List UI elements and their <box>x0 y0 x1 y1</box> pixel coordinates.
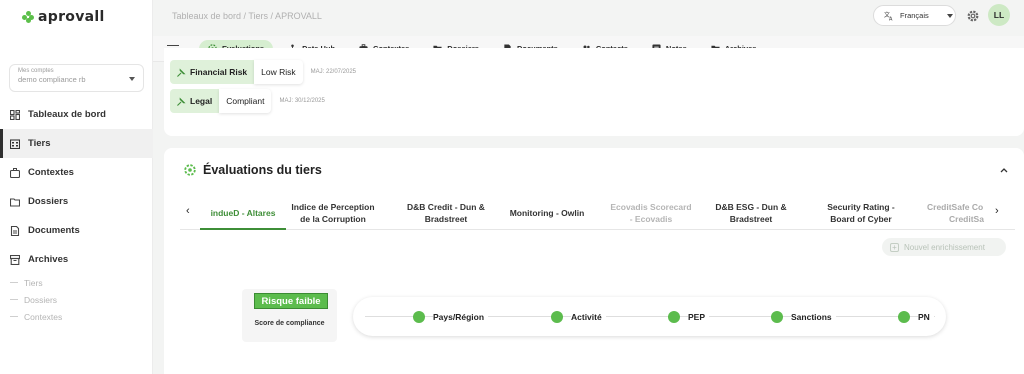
sidebar-item-label: Tiers <box>28 138 51 149</box>
risk-value: Compliant <box>219 89 272 113</box>
sidebar-item-label: Contextes <box>28 167 74 178</box>
chevron-down-icon <box>946 13 953 18</box>
language-label: Français <box>900 11 929 20</box>
check-pn[interactable]: PN <box>898 297 934 336</box>
risk-name: Legal <box>190 96 213 106</box>
risk-updated: MAJ: 30/12/2025 <box>279 98 325 104</box>
section-title: Évaluations du tiers <box>184 163 322 177</box>
provider-tab-db-esg[interactable]: D&B ESG - Dun & Bradstreet <box>710 198 792 228</box>
archives-subitem-dossiers[interactable]: Dossiers <box>10 291 62 308</box>
gear-icon[interactable] <box>966 9 980 23</box>
provider-tab-owlin[interactable]: Monitoring - Owlin <box>502 198 592 228</box>
risk-row-legal: Legal Compliant MAJ: 30/12/2025 <box>170 89 325 113</box>
archives-submenu: Tiers Dossiers Contextes <box>10 274 62 325</box>
sidebar-item-label: Archives <box>28 254 69 265</box>
risk-value: Low Risk <box>254 60 303 84</box>
sidebar-item-archives[interactable]: Archives <box>0 245 153 274</box>
archives-subitem-contexts[interactable]: Contextes <box>10 308 62 325</box>
document-icon <box>10 225 20 236</box>
risk-updated: MAJ: 22/07/2025 <box>310 69 357 75</box>
app-logo[interactable]: aprovall <box>22 9 105 25</box>
sidebar-item-label: Documents <box>28 225 80 236</box>
breadcrumb: Tableaux de bord / Tiers / APROVALL <box>172 11 322 21</box>
account-selector-value: demo compliance rb <box>18 75 86 84</box>
provider-tab-indued[interactable]: indueD - Altares <box>200 198 286 230</box>
risk-tag: Legal <box>170 89 220 113</box>
sidebar: aprovall Mes comptes demo compliance rb … <box>0 0 153 374</box>
pin-icon <box>177 67 186 77</box>
check-pep[interactable]: PEP <box>668 297 710 336</box>
sidebar-item-label: Dossiers <box>28 196 69 207</box>
risk-name: Financial Risk <box>190 67 248 77</box>
svg-text:A: A <box>889 16 893 21</box>
compliance-score: Risque faible Score de compliance <box>242 289 337 342</box>
building-icon <box>10 138 20 149</box>
dashboard-icon <box>10 109 20 120</box>
status-dot <box>771 310 783 323</box>
avatar[interactable]: LL <box>988 4 1010 26</box>
check-sanctions[interactable]: Sanctions <box>771 297 836 336</box>
account-selector[interactable]: Mes comptes demo compliance rb <box>9 64 144 92</box>
provider-tabs: indueD - Altares Indice de Perception de … <box>180 198 1015 230</box>
provider-tab-security-rating[interactable]: Security Rating - Board of Cyber <box>820 198 902 228</box>
evaluations-card: Évaluations du tiers ‹ › indueD - Altare… <box>164 148 1024 374</box>
provider-tab-creditsafe[interactable]: CreditSafe Co CreditSa <box>927 198 991 228</box>
sidebar-item-documents[interactable]: Documents <box>0 216 153 245</box>
status-dot <box>413 310 425 323</box>
status-badge: Risque faible <box>254 293 328 309</box>
provider-tab-db-credit[interactable]: D&B Credit - Dun & Bradstreet <box>402 198 490 228</box>
sidebar-item-dossiers[interactable]: Dossiers <box>0 187 153 216</box>
status-dot <box>551 310 563 323</box>
sidebar-nav: Tableaux de bord Tiers Contextes Dossier… <box>0 100 153 274</box>
pin-icon <box>177 96 186 106</box>
chevron-up-icon[interactable] <box>1000 167 1008 173</box>
risk-tag: Financial Risk <box>170 60 255 84</box>
folder-icon <box>10 197 20 207</box>
evaluation-icon <box>184 164 196 176</box>
score-label: Score de compliance <box>254 320 325 327</box>
account-selector-label: Mes comptes <box>18 68 54 74</box>
archives-subitem-tiers[interactable]: Tiers <box>10 274 62 291</box>
add-icon: + <box>890 242 899 252</box>
compliance-checks: Pays/Région Activité PEP Sanctions PN <box>353 297 946 336</box>
archive-icon <box>10 254 20 265</box>
risk-row-financial: Financial Risk Low Risk MAJ: 22/07/2025 <box>170 60 356 84</box>
new-enrichment-button[interactable]: + Nouvel enrichissement <box>882 238 1006 256</box>
briefcase-icon <box>10 167 20 178</box>
translate-icon: 文A <box>884 11 893 21</box>
logo-text: aprovall <box>38 9 105 25</box>
chevron-down-icon <box>129 77 135 81</box>
risk-summary-card: Financial Risk Low Risk MAJ: 22/07/2025 … <box>164 48 1024 136</box>
provider-tab-ecovadis[interactable]: Ecovadis Scorecard - Ecovadis <box>601 198 701 228</box>
provider-tab-corruption-index[interactable]: Indice de Perception de la Corruption <box>284 198 382 228</box>
status-dot <box>668 310 680 323</box>
sidebar-item-tiers[interactable]: Tiers <box>0 129 153 158</box>
status-dot <box>898 310 910 323</box>
sidebar-item-contexts[interactable]: Contextes <box>0 158 153 187</box>
language-selector[interactable]: 文A Français <box>873 5 956 26</box>
sidebar-item-dashboards[interactable]: Tableaux de bord <box>0 100 153 129</box>
check-country[interactable]: Pays/Région <box>413 297 489 336</box>
sidebar-item-label: Tableaux de bord <box>28 109 106 120</box>
check-activity[interactable]: Activité <box>551 297 606 336</box>
logo-icon <box>22 11 34 23</box>
